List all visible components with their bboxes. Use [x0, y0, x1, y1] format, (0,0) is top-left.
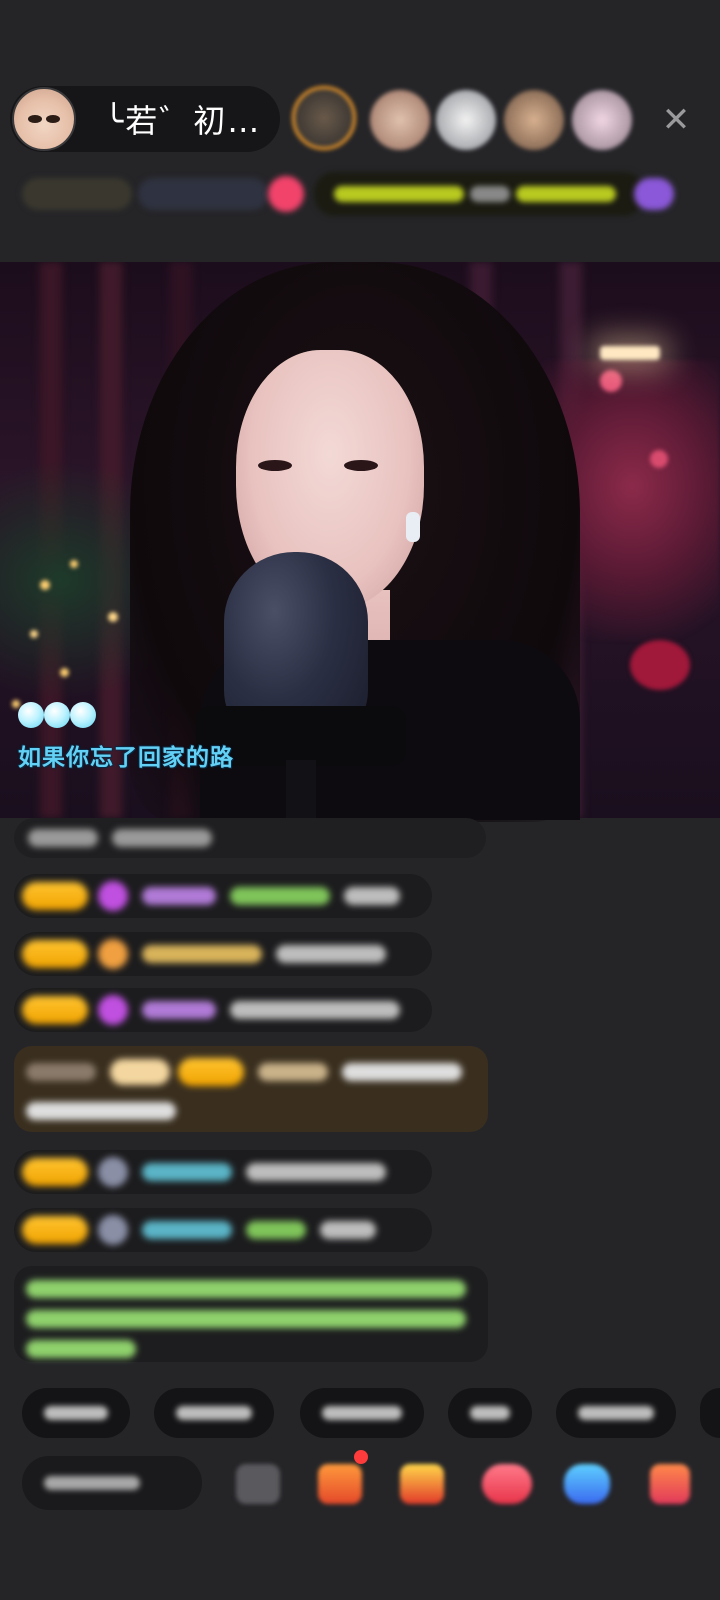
chat-message[interactable] [14, 1150, 432, 1194]
host-avatar[interactable] [12, 87, 76, 151]
comment-input[interactable] [22, 1456, 202, 1510]
viewer-avatar[interactable] [292, 86, 356, 150]
bubble-icon [44, 702, 70, 728]
streamer-eye [258, 460, 292, 471]
streamer-eye [344, 460, 378, 471]
quick-reply-button[interactable] [700, 1388, 720, 1438]
chat-message[interactable] [14, 818, 486, 858]
viewer-avatar[interactable] [436, 90, 496, 150]
chat-message[interactable] [14, 932, 432, 976]
treasure-icon[interactable] [400, 1464, 444, 1504]
stream-info-row [22, 172, 686, 216]
bubble-icon [18, 702, 44, 728]
chat-message[interactable] [14, 1208, 432, 1252]
grid-icon[interactable] [650, 1464, 690, 1504]
chat-message[interactable] [14, 988, 432, 1032]
quick-reply-button[interactable] [22, 1388, 130, 1438]
host-name: ╰若゛初… [104, 102, 262, 140]
system-notice [14, 1266, 488, 1362]
close-icon[interactable]: ✕ [656, 100, 696, 140]
bubble-icon [70, 702, 96, 728]
quick-reply-button[interactable] [448, 1388, 532, 1438]
viewer-avatar[interactable] [504, 90, 564, 150]
viewer-avatar[interactable] [370, 90, 430, 150]
viewer-avatar[interactable] [572, 90, 632, 150]
quick-reply-button[interactable] [556, 1388, 676, 1438]
message-icon[interactable] [564, 1464, 610, 1504]
quick-reply-button[interactable] [300, 1388, 424, 1438]
chat-message-highlighted[interactable] [14, 1046, 488, 1132]
earring [406, 512, 420, 542]
chat-message[interactable] [14, 874, 432, 918]
quick-reply-button[interactable] [154, 1388, 274, 1438]
screen-icon[interactable] [236, 1464, 280, 1504]
host-info-pill[interactable]: ╰若゛初… [10, 86, 280, 152]
game-icon[interactable] [482, 1464, 532, 1504]
background-lamp [600, 346, 660, 360]
notification-dot [354, 1450, 368, 1464]
gift-box-icon[interactable] [318, 1464, 362, 1504]
microphone-stand [286, 760, 316, 818]
lyric-subtitle: 如果你忘了回家的路 [18, 745, 234, 771]
